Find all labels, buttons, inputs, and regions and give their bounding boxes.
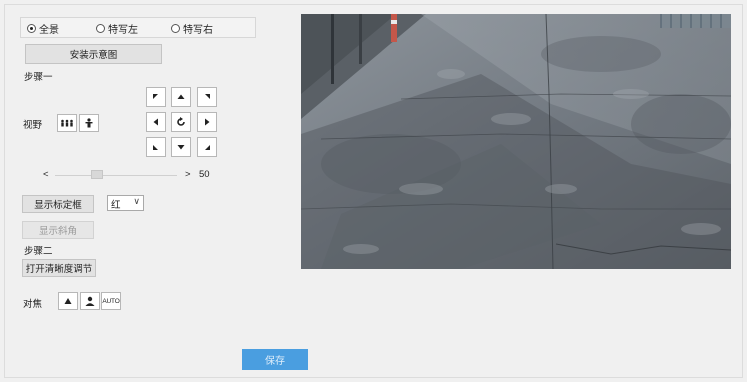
view-label: 视野 [23,120,43,131]
radio-dot-selected [27,23,36,33]
speed-slider-thumb[interactable] [91,170,104,179]
ptz-down-right-button[interactable] [197,137,217,157]
triangle-small-icon [64,298,72,304]
radio-closeup-right[interactable]: 特写右 [171,22,213,36]
arrow-right-icon [205,118,210,126]
ptz-auto-rotate-button[interactable] [171,112,191,132]
road-camera-feed-image [301,14,731,269]
radio-closeup-left[interactable]: 特写左 [96,22,138,36]
arrow-down-left-icon [153,145,158,150]
color-select-value: 红 [111,200,121,211]
focus-near-button[interactable] [58,292,78,310]
show-tilt-angle-button[interactable]: 显示斜角 [22,221,94,239]
narrow-view-button[interactable] [79,114,99,132]
show-calibration-box-button[interactable]: 显示标定框 [22,195,94,213]
radio-label-panorama: 全景 [39,24,59,36]
multi-person-icon [61,119,73,127]
install-diagram-button[interactable]: 安装示意图 [25,44,162,64]
speed-value: 50 [199,169,210,180]
radio-label-closeup-right: 特写右 [183,24,213,36]
open-clarity-adjust-button[interactable]: 打开清晰度调节 [22,259,96,277]
single-person-icon [85,118,93,128]
arrow-down-icon [177,145,185,150]
color-select[interactable]: 红 ∨ [107,195,144,211]
ptz-up-right-button[interactable] [197,87,217,107]
radio-label-closeup-left: 特写左 [108,24,138,36]
radio-dot [96,23,105,33]
view-mode-group: 全景 特写左 特写右 [20,17,256,38]
ptz-down-left-button[interactable] [146,137,166,157]
speed-slider-track[interactable] [55,175,177,176]
person-icon [85,296,95,306]
focus-far-button[interactable] [80,292,100,310]
radio-panorama[interactable]: 全景 [27,22,59,36]
ptz-left-button[interactable] [146,112,166,132]
rotate-icon [177,117,185,126]
focus-auto-button[interactable]: AUTO [101,292,121,310]
speed-decrease-arrow[interactable]: < [43,169,49,180]
arrow-up-right-icon [205,94,210,99]
video-preview [301,14,731,269]
step1-label: 步骤一 [24,72,53,83]
step2-label: 步骤二 [24,246,53,257]
arrow-up-left-icon [153,94,158,99]
ptz-right-button[interactable] [197,112,217,132]
arrow-up-icon [177,94,185,99]
speed-increase-arrow[interactable]: > [185,169,191,180]
radio-dot [171,23,180,33]
ptz-up-left-button[interactable] [146,87,166,107]
ptz-down-button[interactable] [171,137,191,157]
wide-view-button[interactable] [57,114,77,132]
ptz-up-button[interactable] [171,87,191,107]
arrow-left-icon [153,118,158,126]
focus-label: 对焦 [23,299,43,310]
save-button[interactable]: 保存 [242,349,308,370]
chevron-down-icon: ∨ [133,196,140,206]
arrow-down-right-icon [205,145,210,150]
